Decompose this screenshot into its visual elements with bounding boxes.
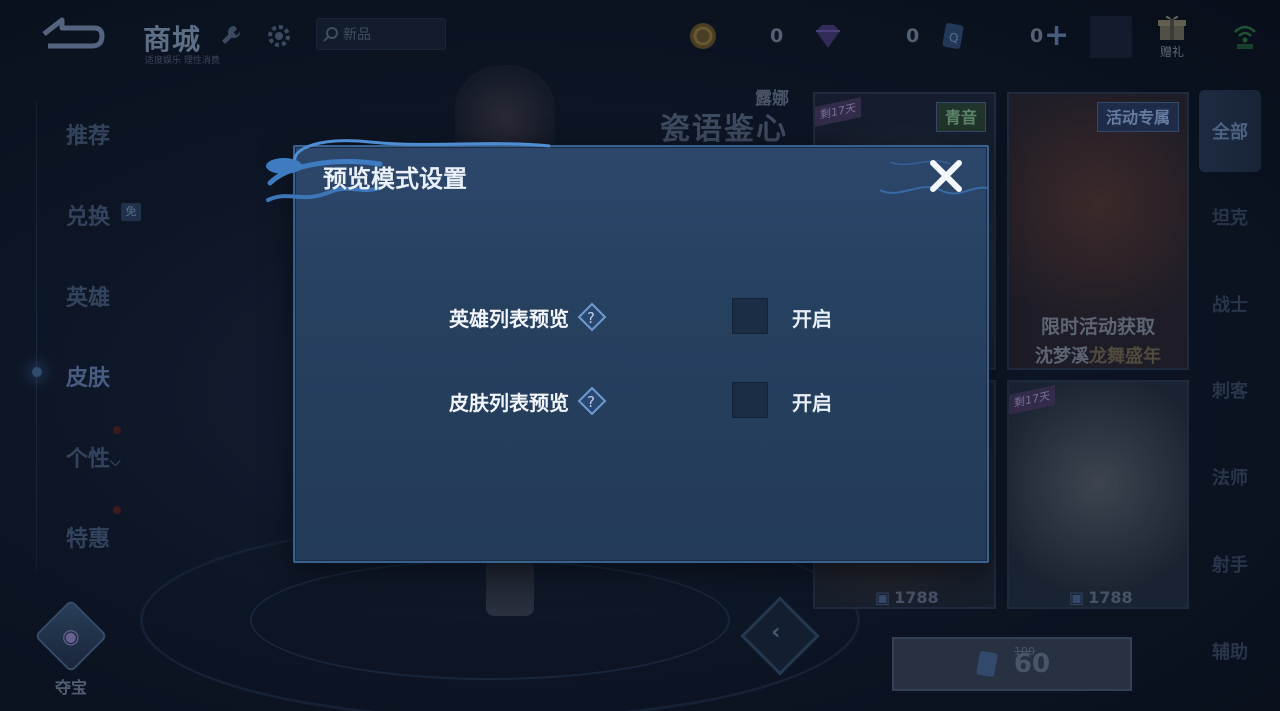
setting-label: 皮肤列表预览 [449,390,569,415]
close-icon [930,160,962,192]
checkbox-label: 开启 [792,307,832,331]
setting-label: 英雄列表预览 [449,306,569,331]
setting-row-hero-list-preview: 英雄列表预览 ? 开启 [449,298,849,335]
hero-preview-checkbox[interactable] [732,298,768,334]
dialog-title: 预览模式设置 [323,165,467,193]
svg-text:?: ? [587,393,595,411]
checkbox-label: 开启 [792,391,832,415]
help-icon[interactable]: ? [577,386,607,416]
close-button[interactable] [924,154,968,198]
svg-text:?: ? [587,309,595,327]
help-icon[interactable]: ? [577,302,607,332]
setting-row-skin-list-preview: 皮肤列表预览 ? 开启 [449,382,849,419]
skin-preview-checkbox[interactable] [732,382,768,418]
